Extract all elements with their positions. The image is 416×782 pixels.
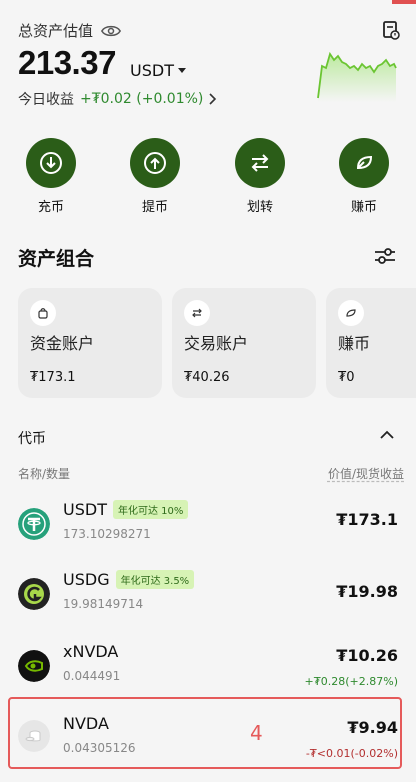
token-value: ₮19.98 bbox=[336, 582, 398, 601]
annotation-number: 4 bbox=[250, 721, 263, 745]
chevron-right-icon bbox=[209, 93, 217, 105]
eye-icon[interactable] bbox=[101, 24, 122, 38]
filter-settings-icon[interactable] bbox=[374, 246, 396, 266]
today-pnl-row[interactable]: 今日收益 +₮0.02 (+0.01%) bbox=[18, 89, 217, 109]
apy-badge: 年化可达 10% bbox=[112, 500, 189, 519]
withdraw-label: 提币 bbox=[141, 200, 168, 215]
sparkline-chart bbox=[317, 51, 397, 102]
token-quantity: 0.044491 bbox=[63, 669, 121, 683]
token-quantity: 173.10298271 bbox=[63, 527, 151, 541]
earn-label: 赚币 bbox=[350, 200, 377, 215]
earn-icon bbox=[339, 138, 389, 188]
funding-account-title: 资金账户 bbox=[30, 334, 95, 353]
annotation-highlight-box bbox=[8, 697, 402, 769]
deposit-icon bbox=[26, 138, 76, 188]
apy-badge: 年化可达 3.5% bbox=[115, 570, 195, 589]
token-name: xNVDA bbox=[63, 642, 119, 661]
transfer-label: 划转 bbox=[246, 200, 273, 215]
funding-account-value: ₮173.1 bbox=[30, 370, 76, 385]
earn-button[interactable]: 赚币 bbox=[329, 138, 399, 215]
usdt-logo-icon bbox=[18, 508, 50, 540]
total-assets-label-row: 总资产估值 bbox=[18, 20, 122, 41]
token-row-usdg[interactable]: USDG 年化可达 3.5% 19.98149714 ₮19.98 bbox=[0, 570, 416, 638]
token-value: ₮173.1 bbox=[336, 510, 398, 529]
currency-selector[interactable]: USDT bbox=[130, 61, 186, 80]
token-name: USDG bbox=[63, 570, 110, 589]
portfolio-title: 资产组合 bbox=[18, 248, 95, 270]
tokens-title: 代币 bbox=[18, 431, 46, 447]
withdraw-icon bbox=[130, 138, 180, 188]
chevron-up-icon[interactable] bbox=[380, 430, 394, 440]
deposit-label: 充币 bbox=[37, 200, 64, 215]
column-name-quantity: 名称/数量 bbox=[18, 467, 71, 481]
status-corner-mark bbox=[392, 0, 416, 4]
total-amount: 213.37 bbox=[18, 44, 116, 81]
leaf-icon bbox=[338, 300, 364, 326]
withdraw-button[interactable]: 提币 bbox=[120, 138, 190, 215]
today-pnl-value: +₮0.02 (+0.01%) bbox=[80, 91, 204, 107]
earn-account-card[interactable]: 赚币 ₮0 bbox=[326, 288, 416, 398]
usdg-logo-icon bbox=[18, 578, 50, 610]
deposit-button[interactable]: 充币 bbox=[16, 138, 86, 215]
report-icon[interactable] bbox=[382, 20, 400, 40]
today-pnl-label: 今日收益 bbox=[18, 92, 74, 108]
caret-down-icon bbox=[177, 67, 186, 73]
exchange-icon bbox=[184, 300, 210, 326]
column-value-pnl[interactable]: 价值/现货收益 bbox=[328, 465, 404, 482]
funding-account-card[interactable]: 资金账户 ₮173.1 bbox=[18, 288, 162, 398]
token-change: +₮0.28(+2.87%) bbox=[304, 675, 398, 688]
earn-account-title: 赚币 bbox=[338, 334, 371, 353]
earn-account-value: ₮0 bbox=[338, 370, 355, 385]
token-value: ₮10.26 bbox=[336, 646, 398, 665]
currency-label: USDT bbox=[130, 61, 174, 80]
total-assets-label: 总资产估值 bbox=[18, 22, 94, 40]
token-row-usdt[interactable]: USDT 年化可达 10% 173.10298271 ₮173.1 bbox=[0, 500, 416, 568]
transfer-icon bbox=[235, 138, 285, 188]
trading-account-card[interactable]: 交易账户 ₮40.26 bbox=[172, 288, 316, 398]
trading-account-value: ₮40.26 bbox=[184, 370, 230, 385]
nvidia-logo-icon bbox=[18, 650, 50, 682]
wallet-bag-icon bbox=[30, 300, 56, 326]
transfer-button[interactable]: 划转 bbox=[225, 138, 295, 215]
token-name: USDT bbox=[63, 500, 107, 519]
token-quantity: 19.98149714 bbox=[63, 597, 144, 611]
trading-account-title: 交易账户 bbox=[184, 334, 249, 353]
